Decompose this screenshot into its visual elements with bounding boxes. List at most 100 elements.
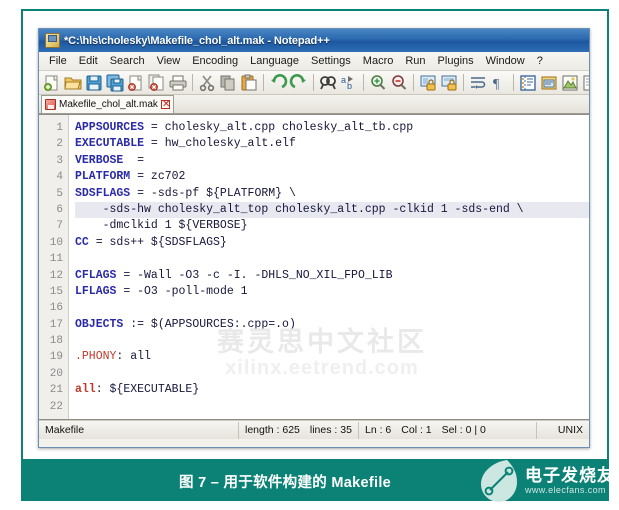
page-root: *C:\hls\cholesky\Makefile_chol_alt.mak -… [0, 0, 619, 510]
line-number: 2 [56, 138, 63, 151]
menu-item-help[interactable]: ? [531, 54, 549, 68]
show-all-chars-icon[interactable]: ¶ [489, 73, 509, 93]
code-line[interactable]: OBJECTS := $(APPSOURCES:.cpp=.o) [75, 317, 589, 333]
unsaved-document-icon [45, 99, 56, 110]
print-icon[interactable] [168, 73, 188, 93]
indent-guide-icon[interactable] [518, 73, 538, 93]
status-caret-position: Ln : 6 Col : 1 Sel : 0 | 0 [359, 421, 537, 439]
code-token: .PHONY [75, 350, 117, 364]
code-text-area[interactable]: 赛灵思中文社区 xilinx.eetrend.com APPSOURCES = … [69, 115, 589, 419]
code-line[interactable]: LFLAGS = -O3 -poll-mode 1 [75, 284, 589, 300]
notepad-plus-plus-window: *C:\hls\cholesky\Makefile_chol_alt.mak -… [38, 28, 590, 448]
code-line[interactable]: CFLAGS = -Wall -O3 -c -I. -DHLS_NO_XIL_F… [75, 268, 589, 284]
code-token: : all [116, 350, 151, 364]
code-line[interactable] [75, 251, 589, 267]
close-tab-icon[interactable]: ✕ [160, 100, 170, 110]
toolbar-separator [192, 74, 193, 91]
status-sel: Sel : 0 | 0 [441, 423, 486, 436]
code-token: = [123, 153, 145, 167]
toolbar-separator [263, 74, 264, 91]
menu-item-plugins[interactable]: Plugins [432, 54, 480, 68]
redo-icon[interactable] [289, 73, 309, 93]
toolbar-separator [513, 74, 514, 91]
copy-icon[interactable] [218, 73, 238, 93]
code-line[interactable]: -sds-hw cholesky_alt_top cholesky_alt.cp… [75, 201, 589, 219]
toolbar-separator [463, 74, 464, 91]
code-line[interactable]: SDSFLAGS = -sds-pf ${PLATFORM} \ [75, 186, 589, 202]
svg-text:¶: ¶ [493, 77, 500, 92]
elecfans-leaf-logo [477, 458, 521, 504]
elecfans-branding: 电子发烧友 www.elecfans.com [477, 455, 617, 507]
line-number: 20 [49, 367, 63, 380]
toolbar-separator [363, 74, 364, 91]
status-doc-type: Makefile [39, 421, 239, 439]
new-file-icon[interactable] [42, 73, 62, 93]
code-line[interactable]: PLATFORM = zc702 [75, 169, 589, 185]
code-line[interactable]: all: ${EXECUTABLE} [75, 382, 589, 398]
code-line[interactable] [75, 300, 589, 316]
replace-icon[interactable]: ab [339, 73, 359, 93]
toolbar: ab ¶ [39, 71, 589, 95]
undo-icon[interactable] [268, 73, 288, 93]
function-list-icon[interactable] [581, 73, 589, 93]
code-line[interactable]: VERBOSE = [75, 153, 589, 169]
line-number: 7 [56, 220, 63, 233]
notepad-plus-plus-icon [45, 33, 60, 48]
zoom-in-icon[interactable] [368, 73, 388, 93]
menu-item-view[interactable]: View [151, 54, 187, 68]
line-number-gutter: 1 2 3 4 5 6 7 10 11 12 15 16 17 18 19 20 21 22 [39, 115, 69, 419]
code-token: VERBOSE [75, 153, 124, 167]
code-line[interactable] [75, 333, 589, 349]
close-file-icon[interactable] [126, 73, 146, 93]
line-number: 10 [49, 236, 63, 249]
menu-item-run[interactable]: Run [399, 54, 431, 68]
word-wrap-icon[interactable] [468, 73, 488, 93]
line-number: 22 [49, 400, 63, 413]
window-titlebar[interactable]: *C:\hls\cholesky\Makefile_chol_alt.mak -… [39, 29, 589, 52]
menu-item-language[interactable]: Language [244, 54, 305, 68]
sync-horizontal-icon[interactable] [439, 73, 459, 93]
line-number: 17 [49, 318, 63, 331]
save-all-icon[interactable] [105, 73, 125, 93]
code-line[interactable] [75, 366, 589, 382]
find-icon[interactable] [318, 73, 338, 93]
code-line[interactable]: -dmclkid 1 ${VERBOSE} [75, 218, 589, 234]
zoom-out-icon[interactable] [389, 73, 409, 93]
paste-icon[interactable] [239, 73, 259, 93]
line-number: 1 [56, 122, 63, 134]
code-token: = cholesky_alt.cpp cholesky_alt_tb.cpp [144, 121, 414, 134]
code-token: EXECUTABLE [75, 137, 145, 151]
menu-item-settings[interactable]: Settings [305, 54, 357, 68]
code-token: = -Wall -O3 -c -I. -DHLS_NO_XIL_FPO_LIB [116, 268, 393, 282]
code-editor[interactable]: 1 2 3 4 5 6 7 10 11 12 15 16 17 18 19 20 21 22 赛灵思中文社区 xi… [39, 114, 589, 420]
figure-caption: 图 7 – 用于软件构建的 Makefile [178, 474, 392, 491]
close-all-icon[interactable] [147, 73, 167, 93]
user-defined-dialog-icon[interactable] [539, 73, 559, 93]
sync-vertical-icon[interactable] [418, 73, 438, 93]
menu-item-encoding[interactable]: Encoding [186, 54, 244, 68]
open-file-icon[interactable] [63, 73, 83, 93]
elecfans-url: www.elecfans.com [525, 485, 606, 495]
menu-item-macro[interactable]: Macro [357, 54, 400, 68]
code-token: all [75, 383, 96, 397]
line-number: 15 [49, 285, 63, 298]
menu-item-file[interactable]: File [43, 54, 73, 68]
save-icon[interactable] [84, 73, 104, 93]
status-lines: lines : 35 [309, 423, 352, 436]
menu-item-search[interactable]: Search [104, 54, 151, 68]
line-number: 5 [56, 187, 63, 200]
menu-item-edit[interactable]: Edit [73, 54, 104, 68]
code-line[interactable]: APPSOURCES = cholesky_alt.cpp cholesky_a… [75, 120, 589, 136]
menu-item-window[interactable]: Window [480, 54, 531, 68]
document-map-icon[interactable] [560, 73, 580, 93]
code-token: = -O3 -poll-mode 1 [116, 284, 248, 298]
line-number: 6 [56, 203, 63, 216]
code-line[interactable]: .PHONY: all [75, 349, 589, 365]
code-line[interactable] [75, 399, 589, 415]
line-number: 21 [49, 384, 63, 397]
document-tab-makefile[interactable]: Makefile_chol_alt.mak ✕ [41, 95, 174, 113]
code-line[interactable]: CC = sds++ ${SDSFLAGS} [75, 235, 589, 251]
code-line[interactable]: EXECUTABLE = hw_cholesky_alt.elf [75, 136, 589, 152]
cut-icon[interactable] [197, 73, 217, 93]
elecfans-text: 电子发烧友 www.elecfans.com [525, 467, 615, 495]
